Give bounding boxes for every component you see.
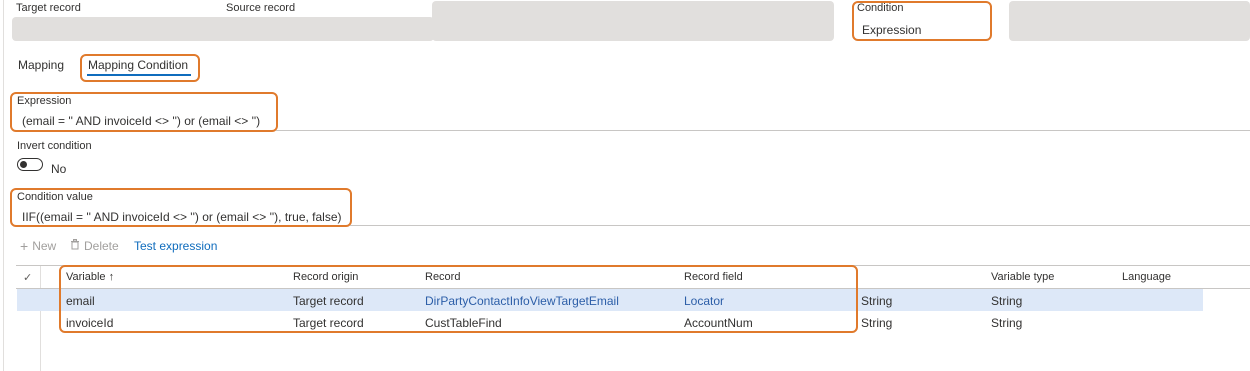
col-language[interactable]: Language	[1122, 271, 1171, 283]
condition-select[interactable]: Expression	[862, 23, 921, 37]
cell-variable-type: String	[991, 316, 1023, 330]
condition-value-underline	[350, 225, 1250, 226]
delete-button[interactable]: Delete	[70, 239, 119, 253]
grid-highlight	[59, 265, 858, 333]
cell-variable-type: String	[991, 294, 1023, 308]
cell-type: String	[861, 294, 893, 308]
source-record-label: Source record	[226, 2, 296, 14]
invert-condition-toggle[interactable]	[17, 158, 43, 171]
tab-mapping[interactable]: Mapping	[18, 58, 64, 72]
right-field[interactable]	[1009, 1, 1250, 41]
target-record-field[interactable]	[12, 17, 434, 41]
new-label: New	[32, 239, 57, 253]
tab-mapping-condition[interactable]: Mapping Condition	[88, 58, 188, 72]
trash-icon	[70, 239, 80, 253]
expression-input[interactable]: (email = '' AND invoiceId <> '') or (ema…	[22, 114, 260, 128]
page-left-rule	[3, 0, 4, 371]
condition-value-input[interactable]: IIF((email = '' AND invoiceId <> '') or …	[22, 210, 342, 224]
condition-value-label: Condition value	[17, 191, 93, 203]
delete-label: Delete	[84, 239, 119, 253]
toggle-knob	[20, 161, 27, 168]
tab-active-indicator	[87, 74, 191, 76]
invert-condition-value: No	[51, 162, 67, 176]
target-record-label: Target record	[16, 2, 81, 14]
expression-underline	[276, 130, 1250, 131]
plus-icon: +	[20, 238, 29, 254]
source-record-field[interactable]	[432, 1, 834, 41]
col-variable-type[interactable]: Variable type	[991, 271, 1054, 283]
condition-label: Condition	[857, 2, 904, 14]
cell-type: String	[861, 316, 893, 330]
invert-condition-label: Invert condition	[17, 140, 92, 152]
new-button[interactable]: + New	[20, 239, 56, 253]
test-expression-button[interactable]: Test expression	[134, 239, 217, 253]
select-all-check-icon[interactable]: ✓	[23, 271, 32, 284]
expression-label: Expression	[17, 95, 72, 107]
